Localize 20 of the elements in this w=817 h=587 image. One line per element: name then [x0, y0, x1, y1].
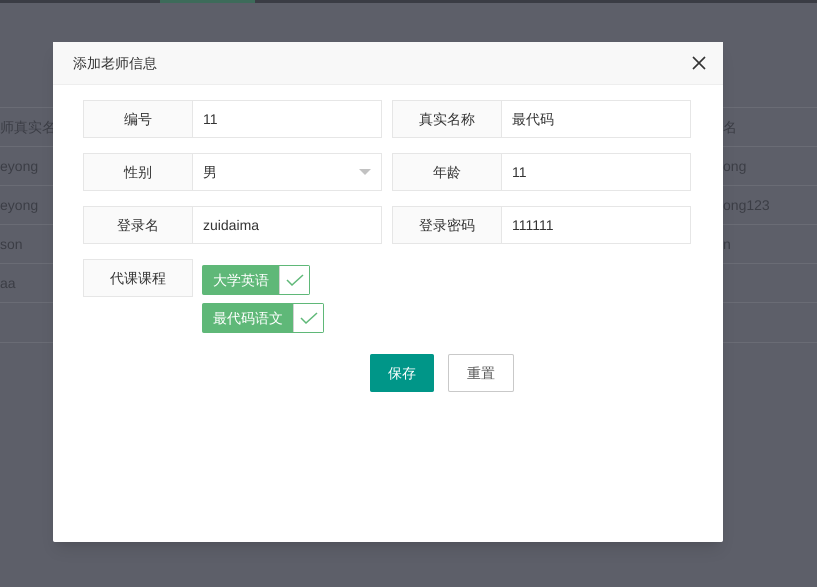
select-field[interactable]: 男: [193, 153, 382, 191]
reset-button[interactable]: 重置: [448, 354, 514, 392]
input-field[interactable]: 最代码: [502, 100, 691, 138]
dialog-title: 添加老师信息: [73, 54, 157, 72]
field-label: 代课课程: [83, 259, 193, 297]
field-label: 性别: [83, 153, 193, 191]
field-label: 登录名: [83, 206, 193, 244]
input-field[interactable]: 111111: [502, 206, 691, 244]
caret-icon: [359, 169, 371, 175]
field-label: 年龄: [392, 153, 502, 191]
save-button[interactable]: 保存: [370, 354, 434, 392]
input-field[interactable]: 11: [193, 100, 382, 138]
field-label: 登录密码: [392, 206, 502, 244]
checkmark-icon: [286, 274, 304, 286]
field-label: 真实名称: [392, 100, 502, 138]
field-label: 编号: [83, 100, 193, 138]
input-field[interactable]: 11: [502, 153, 691, 191]
input-field[interactable]: zuidaima: [193, 206, 382, 244]
close-button[interactable]: [691, 55, 707, 71]
checkmark-icon: [300, 312, 318, 324]
